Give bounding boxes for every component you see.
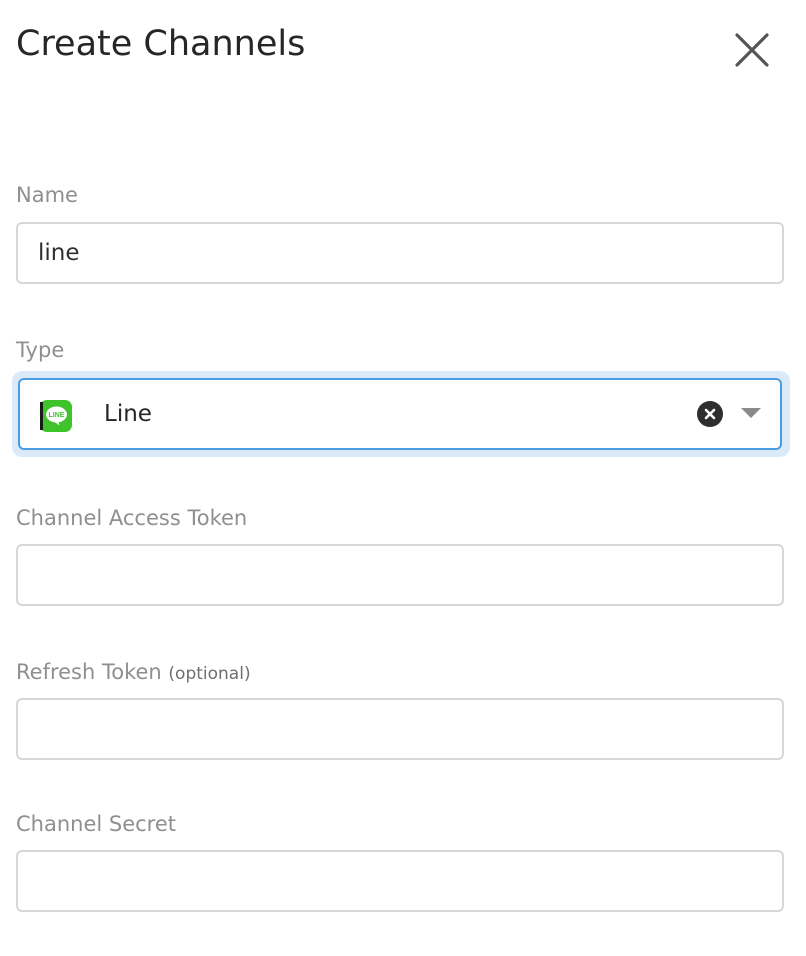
channel-secret-input[interactable] [16,850,784,912]
refresh-token-input[interactable] [16,698,784,760]
line-logo-icon: LINE [40,400,72,432]
refresh-token-label: Refresh Token (optional) [16,658,251,688]
type-selected-value: Line [104,401,152,427]
name-label: Name [16,183,78,207]
clear-icon[interactable] [696,400,724,428]
dialog-title: Create Channels [16,24,306,64]
create-channels-dialog: Create Channels Name Type LINE Line Chan… [0,0,806,956]
chevron-down-icon[interactable] [740,406,762,420]
close-icon [735,33,769,67]
type-select[interactable]: LINE Line [18,378,782,450]
line-logo-text: LINE [49,412,65,419]
channel-secret-label: Channel Secret [16,812,177,836]
name-input[interactable] [16,222,784,284]
optional-hint: (optional) [168,664,251,684]
type-label: Type [16,338,65,362]
channel-access-token-label: Channel Access Token [16,506,248,530]
channel-access-token-input[interactable] [16,544,784,606]
close-button[interactable] [730,28,774,72]
refresh-token-label-text: Refresh Token [16,660,162,684]
